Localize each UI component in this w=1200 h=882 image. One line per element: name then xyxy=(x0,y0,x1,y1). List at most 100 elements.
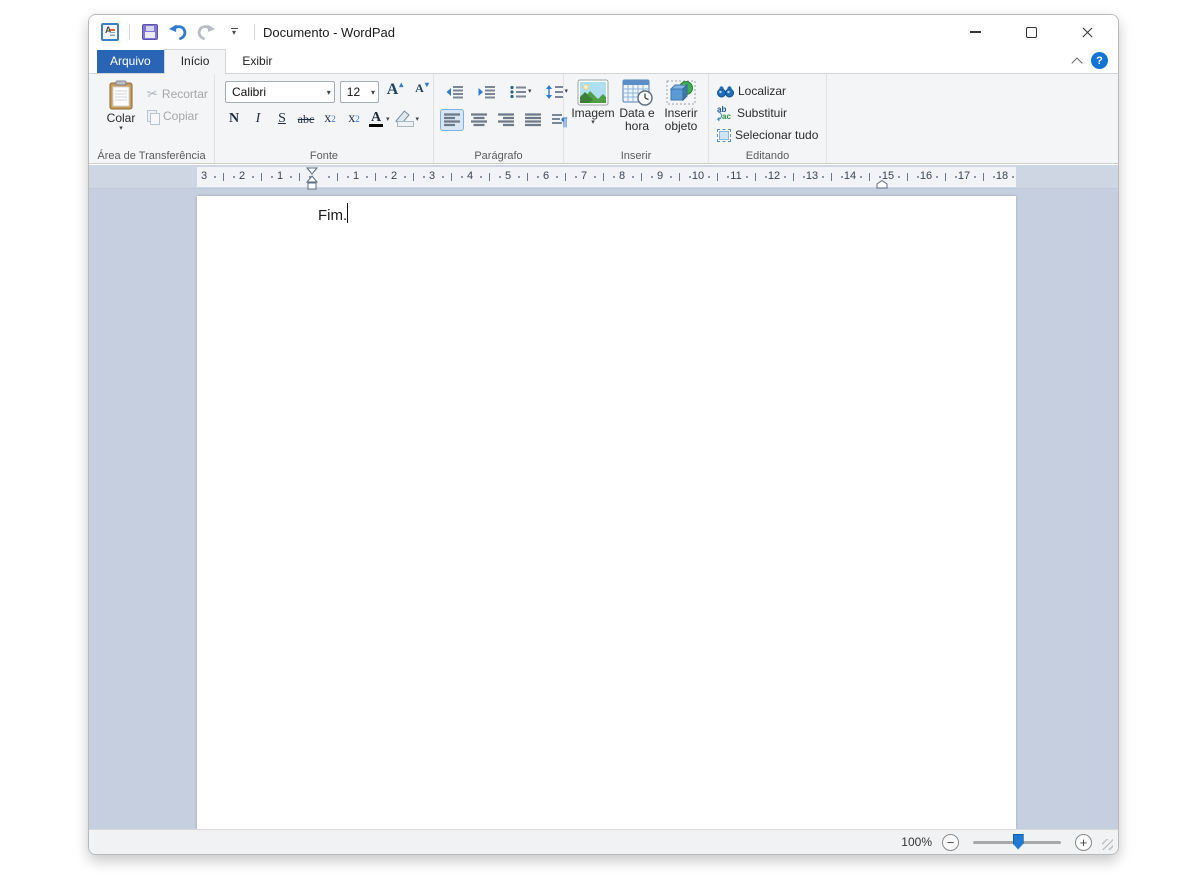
select-all-button[interactable]: Selecionar tudo xyxy=(717,126,826,144)
ruler-dot xyxy=(689,176,691,178)
indent-marker[interactable] xyxy=(306,167,318,191)
ruler-tick xyxy=(945,173,946,181)
ruler-number: 9 xyxy=(657,170,663,182)
ruler-tick xyxy=(679,173,680,181)
underline-button[interactable]: S xyxy=(271,108,293,130)
paste-button[interactable]: Colar ▾ xyxy=(99,78,143,132)
replace-button[interactable]: ab ⤸ ac Substituir xyxy=(717,104,826,122)
undo-button[interactable] xyxy=(168,21,188,43)
copy-button[interactable]: Copiar xyxy=(147,107,208,125)
subscript-icon: x xyxy=(324,111,331,127)
minimize-button[interactable] xyxy=(962,19,988,45)
window-title: Documento - WordPad xyxy=(263,25,395,40)
superscript-button[interactable]: x2 xyxy=(343,108,365,130)
document-text: Fim. xyxy=(318,207,347,224)
ruler-dot xyxy=(708,176,710,178)
line-spacing-icon xyxy=(546,85,563,99)
save-button[interactable] xyxy=(140,21,160,43)
ruler[interactable]: 321123456789101112131415161718 xyxy=(197,167,1016,187)
group-label-paragraph: Parágrafo xyxy=(434,150,563,162)
minimize-icon xyxy=(970,31,981,32)
ruler-number: 3 xyxy=(201,170,207,182)
decrease-indent-button[interactable] xyxy=(442,81,468,103)
text-highlight-button[interactable]: ▾ xyxy=(394,108,422,130)
font-color-button[interactable]: A ▾ xyxy=(367,108,392,130)
ruler-dot xyxy=(347,176,349,178)
ruler-dot xyxy=(746,176,748,178)
insert-image-button[interactable]: Imagem ▾ xyxy=(572,78,614,132)
ruler-dot xyxy=(898,176,900,178)
document-page[interactable]: Fim. xyxy=(197,196,1016,829)
ruler-dot xyxy=(499,176,501,178)
insert-object-button[interactable]: Inserir objeto xyxy=(660,78,702,132)
ruler-number: 5 xyxy=(505,170,511,182)
date-time-icon xyxy=(621,79,653,106)
align-left-button[interactable] xyxy=(440,109,464,131)
shrink-font-button[interactable]: A ▾ xyxy=(411,81,433,103)
help-button[interactable]: ? xyxy=(1091,52,1108,69)
ruler-dot xyxy=(328,176,330,178)
shrink-font-icon: A xyxy=(415,81,424,96)
ruler-dot xyxy=(765,176,767,178)
maximize-button[interactable] xyxy=(1018,19,1044,45)
wordpad-app-icon[interactable] xyxy=(101,23,119,41)
chevron-down-icon: ▾ xyxy=(327,88,331,97)
find-button[interactable]: Localizar xyxy=(717,82,826,100)
ruler-tick xyxy=(565,173,566,181)
italic-button[interactable]: I xyxy=(247,108,269,130)
align-center-button[interactable] xyxy=(467,109,491,131)
bullet-list-button[interactable]: ▾ xyxy=(506,81,536,103)
align-right-button[interactable] xyxy=(494,109,518,131)
ruler-tick xyxy=(907,173,908,181)
align-left-icon xyxy=(444,113,460,127)
ruler-number: 6 xyxy=(543,170,549,182)
zoom-slider[interactable] xyxy=(973,841,1061,844)
ruler-number: 3 xyxy=(429,170,435,182)
ruler-dot xyxy=(518,176,520,178)
ruler-dot xyxy=(594,176,596,178)
redo-button[interactable] xyxy=(196,21,216,43)
resize-grip[interactable] xyxy=(1102,839,1113,850)
zoom-out-button[interactable]: − xyxy=(942,834,959,851)
ruler-tick xyxy=(413,173,414,181)
grow-font-button[interactable]: A ▴ xyxy=(384,81,406,103)
ruler-number: 11 xyxy=(730,170,741,182)
ruler-dot xyxy=(366,176,368,178)
group-clipboard: Colar ▾ ✂ Recortar Copiar Área de Transf… xyxy=(89,74,215,163)
ruler-dot xyxy=(385,176,387,178)
font-size-combobox[interactable]: 12 ▾ xyxy=(340,81,379,103)
ruler-tick xyxy=(831,173,832,181)
increase-indent-button[interactable] xyxy=(474,81,500,103)
justify-button[interactable] xyxy=(521,109,545,131)
tab-inicio[interactable]: Início xyxy=(164,49,227,74)
zoom-in-button[interactable]: + xyxy=(1075,834,1092,851)
ruler-tick xyxy=(489,173,490,181)
subscript-button[interactable]: x2 xyxy=(319,108,341,130)
ruler-tick xyxy=(337,173,338,181)
grow-font-icon: A xyxy=(387,81,399,99)
tab-exibir[interactable]: Exibir xyxy=(226,50,288,73)
zoom-level: 100% xyxy=(901,835,932,849)
insert-datetime-button[interactable]: Data e hora xyxy=(616,78,658,132)
customize-toolbar-button[interactable]: ▾ xyxy=(224,21,244,43)
tab-arquivo[interactable]: Arquivo xyxy=(97,50,164,73)
right-indent-marker[interactable] xyxy=(876,180,888,189)
zoom-slider-thumb[interactable] xyxy=(1013,834,1024,850)
copy-label: Copiar xyxy=(163,109,198,123)
maximize-icon xyxy=(1026,27,1037,38)
ruler-number: 1 xyxy=(277,170,283,182)
cut-button[interactable]: ✂ Recortar xyxy=(147,85,208,103)
ruler-tick xyxy=(603,173,604,181)
image-icon xyxy=(577,79,609,106)
ruler-dot xyxy=(613,176,615,178)
strikethrough-button[interactable]: abc xyxy=(295,108,317,130)
ruler-tick xyxy=(755,173,756,181)
ruler-dot xyxy=(974,176,976,178)
ruler-dot xyxy=(1012,176,1014,178)
chevron-down-icon: ▾ xyxy=(591,120,595,126)
bold-button[interactable]: N xyxy=(223,108,245,130)
close-button[interactable] xyxy=(1074,19,1100,45)
ruler-number: 1 xyxy=(353,170,359,182)
font-family-combobox[interactable]: Calibri ▾ xyxy=(225,81,335,103)
minimize-ribbon-button[interactable] xyxy=(1072,56,1081,65)
